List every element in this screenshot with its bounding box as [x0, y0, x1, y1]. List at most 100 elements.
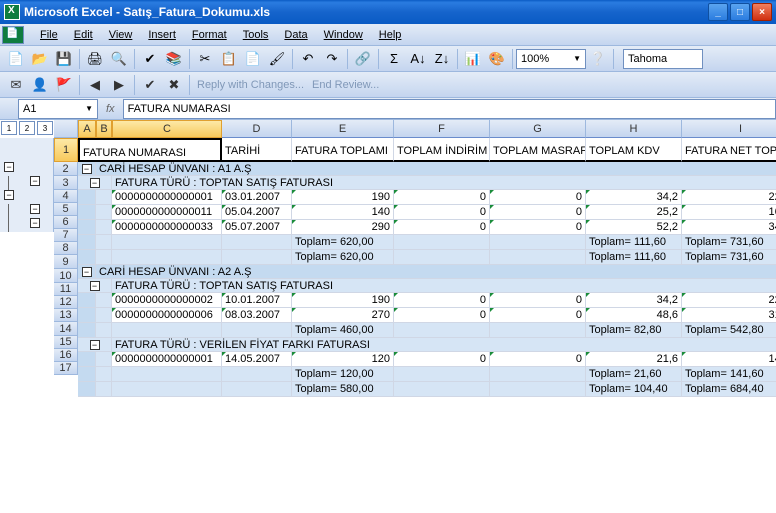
- expand-icon[interactable]: −: [90, 178, 100, 188]
- cell[interactable]: Toplam= 460,00: [292, 323, 394, 338]
- font-box[interactable]: Tahoma: [623, 49, 703, 69]
- select-all-corner[interactable]: [54, 120, 78, 138]
- cell[interactable]: Toplam= 120,00: [292, 367, 394, 382]
- cell[interactable]: [222, 382, 292, 397]
- row-header[interactable]: 7: [54, 229, 78, 242]
- cell[interactable]: [112, 367, 222, 382]
- cell[interactable]: Toplam= 542,80: [682, 323, 776, 338]
- copy-button[interactable]: 📋: [218, 48, 240, 70]
- hyperlink-button[interactable]: 🔗: [352, 48, 374, 70]
- spell-button[interactable]: ✔: [139, 48, 161, 70]
- cell[interactable]: FATURA NET TOPLAMI: [682, 138, 776, 162]
- cell[interactable]: 14.05.2007: [222, 352, 292, 367]
- menu-insert[interactable]: Insert: [140, 27, 184, 43]
- cell[interactable]: [96, 367, 112, 382]
- preview-button[interactable]: 🔍: [108, 48, 130, 70]
- outline-level-1[interactable]: 1: [1, 121, 17, 135]
- cell[interactable]: 48,6: [586, 308, 682, 323]
- cell[interactable]: [222, 235, 292, 250]
- research-button[interactable]: 📚: [163, 48, 185, 70]
- cell[interactable]: 224,2: [682, 293, 776, 308]
- cell[interactable]: [112, 323, 222, 338]
- cell[interactable]: [78, 382, 96, 397]
- menu-window[interactable]: Window: [316, 27, 371, 43]
- cell[interactable]: [78, 205, 96, 220]
- save-button[interactable]: 💾: [53, 48, 75, 70]
- cell[interactable]: 03.01.2007: [222, 190, 292, 205]
- cut-button[interactable]: ✂: [194, 48, 216, 70]
- review-prev-button[interactable]: ◀: [84, 74, 106, 96]
- cell[interactable]: Toplam= 82,80: [586, 323, 682, 338]
- cell[interactable]: [78, 352, 96, 367]
- cell[interactable]: [222, 323, 292, 338]
- cell[interactable]: [96, 382, 112, 397]
- collapse-button[interactable]: −: [30, 204, 40, 214]
- cell[interactable]: [78, 323, 96, 338]
- flag-button[interactable]: 🚩: [53, 74, 75, 96]
- cell[interactable]: 0: [490, 190, 586, 205]
- cell[interactable]: [394, 235, 490, 250]
- cell[interactable]: [490, 323, 586, 338]
- cell[interactable]: 10.01.2007: [222, 293, 292, 308]
- cell[interactable]: 0: [394, 308, 490, 323]
- column-header-E[interactable]: E: [292, 120, 394, 138]
- cell[interactable]: [112, 382, 222, 397]
- cell[interactable]: 342,2: [682, 220, 776, 235]
- cell[interactable]: [96, 220, 112, 235]
- column-header-A[interactable]: A: [78, 120, 96, 138]
- cell[interactable]: 0000000000000006: [112, 308, 222, 323]
- cell[interactable]: 0: [394, 293, 490, 308]
- cell[interactable]: [222, 250, 292, 265]
- cell[interactable]: 08.03.2007: [222, 308, 292, 323]
- cell[interactable]: [78, 367, 96, 382]
- formula-input[interactable]: FATURA NUMARASI: [123, 99, 776, 119]
- cell[interactable]: 318,6: [682, 308, 776, 323]
- row-header[interactable]: 5: [54, 203, 78, 216]
- cell[interactable]: [96, 250, 112, 265]
- row-header[interactable]: 9: [54, 255, 78, 269]
- expand-icon[interactable]: −: [90, 281, 100, 291]
- help-button[interactable]: ❔: [587, 48, 609, 70]
- cell[interactable]: [96, 323, 112, 338]
- zoom-box[interactable]: 100%▼: [516, 49, 586, 69]
- group-label[interactable]: FATURA TÜRÜ : TOPTAN SATIŞ FATURASI: [112, 176, 776, 190]
- cell[interactable]: 0: [394, 352, 490, 367]
- print-button[interactable]: 🖨: [84, 48, 106, 70]
- row-header[interactable]: 16: [54, 349, 78, 362]
- cell[interactable]: 25,2: [586, 205, 682, 220]
- cell[interactable]: TARİHİ: [222, 138, 292, 162]
- sort-desc-button[interactable]: Z↓: [431, 48, 453, 70]
- open-button[interactable]: 📂: [29, 48, 51, 70]
- menu-data[interactable]: Data: [276, 27, 315, 43]
- row-header[interactable]: 11: [54, 283, 78, 296]
- cell[interactable]: 270: [292, 308, 394, 323]
- column-header-D[interactable]: D: [222, 120, 292, 138]
- cell[interactable]: [78, 190, 96, 205]
- group-label[interactable]: CARİ HESAP ÜNVANI : A2 A.Ş: [96, 265, 776, 279]
- row-header[interactable]: 6: [54, 216, 78, 229]
- column-header-G[interactable]: G: [490, 120, 586, 138]
- cell[interactable]: 0000000000000001: [112, 190, 222, 205]
- cell[interactable]: 21,6: [586, 352, 682, 367]
- cell[interactable]: 34,2: [586, 293, 682, 308]
- expand-icon[interactable]: −: [82, 267, 92, 277]
- cell[interactable]: [394, 382, 490, 397]
- reject-button[interactable]: ✖: [163, 74, 185, 96]
- column-header-I[interactable]: I: [682, 120, 776, 138]
- menu-edit[interactable]: Edit: [66, 27, 101, 43]
- cell[interactable]: 0000000000000002: [112, 293, 222, 308]
- column-header-B[interactable]: B: [96, 120, 112, 138]
- cell[interactable]: [394, 367, 490, 382]
- row-header[interactable]: 2: [54, 162, 78, 176]
- cell[interactable]: 0: [490, 205, 586, 220]
- cell[interactable]: [394, 250, 490, 265]
- cell[interactable]: [96, 205, 112, 220]
- cell[interactable]: [112, 250, 222, 265]
- column-header-F[interactable]: F: [394, 120, 490, 138]
- cell[interactable]: Toplam= 141,60: [682, 367, 776, 382]
- recipient-button[interactable]: 👤: [29, 74, 51, 96]
- cell[interactable]: [78, 293, 96, 308]
- group-label[interactable]: FATURA TÜRÜ : TOPTAN SATIŞ FATURASI: [112, 279, 776, 293]
- cell[interactable]: [96, 190, 112, 205]
- cell[interactable]: 34,2: [586, 190, 682, 205]
